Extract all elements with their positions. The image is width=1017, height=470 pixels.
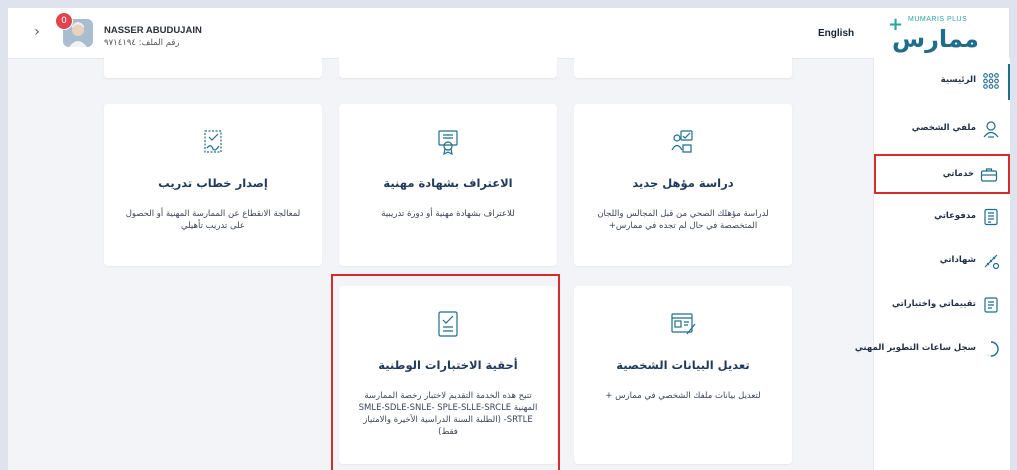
sidebar-item-label: مدفوعاتي — [934, 211, 976, 221]
card-description: للاعتراف بشهادة مهنية أو دورة تدريبية — [381, 209, 515, 219]
app-frame: › 0 NASSER ABUDUJAIN رقم الملف: ٩٧١٤١٩٤ … — [8, 8, 1010, 470]
sidebar-item-label: ملفي الشخصي — [911, 123, 976, 133]
sidebar-item-certificates[interactable]: شهاداتي — [874, 242, 1010, 282]
sidebar-item-label: تقييماتي واختباراتي — [892, 299, 976, 309]
service-card-edit-personal-data[interactable]: تعديل البيانات الشخصية لتعديل بيانات ملف… — [574, 286, 792, 464]
card-partial[interactable] — [574, 58, 792, 78]
file-number: رقم الملف: ٩٧١٤١٩٤ — [104, 38, 180, 48]
service-card-training-letter[interactable]: إصدار خطاب تدريب لمعالجة الانقطاع عن الم… — [104, 104, 322, 266]
highlight-box — [331, 274, 560, 470]
sidebar-item-profile[interactable]: ملفي الشخصي — [874, 110, 1010, 150]
card-description: لتعديل بيانات ملفك الشخصي في ممارس + — [605, 391, 761, 401]
sidebar-item-cpd-hours[interactable]: سجل ساعات التطوير المهني — [855, 330, 1010, 370]
top-bar: › 0 NASSER ABUDUJAIN رقم الملف: ٩٧١٤١٩٤ … — [8, 8, 1009, 59]
exam-icon — [982, 296, 1000, 314]
sidebar: الرئيسية ملفي الشخصي خدماتي مدفوعاتي شها… — [855, 58, 1010, 470]
services-grid: دراسة مؤهل جديد لدراسة مؤهلك الصحي من قب… — [8, 58, 873, 470]
sidebar-item-label: شهاداتي — [939, 255, 976, 265]
service-card-certificate-recognition[interactable]: الاعتراف بشهادة مهنية للاعتراف بشهادة مه… — [339, 104, 557, 266]
language-switch-link[interactable]: English — [818, 28, 854, 39]
logo-text-en: MUMARIS PLUS — [908, 16, 968, 23]
notification-badge[interactable]: 0 — [55, 12, 73, 30]
sidebar-item-payments[interactable]: مدفوعاتي — [874, 198, 1010, 238]
briefcase-icon — [980, 166, 998, 184]
logo-text-ar: ممارس — [892, 25, 979, 53]
sidebar-item-assessments[interactable]: تقييماتي واختباراتي — [874, 286, 1010, 326]
grid-icon — [982, 72, 1000, 90]
new-qualification-icon — [669, 128, 697, 156]
certificate-badge-icon — [434, 128, 462, 156]
service-card-new-qualification[interactable]: دراسة مؤهل جديد لدراسة مؤهلك الصحي من قب… — [574, 104, 792, 266]
user-name: NASSER ABUDUJAIN — [104, 25, 202, 36]
edit-profile-icon — [669, 310, 697, 338]
mumaris-plus-logo[interactable]: + MUMARIS PLUS ممارس — [888, 14, 988, 54]
card-title: الاعتراف بشهادة مهنية — [383, 176, 513, 190]
card-title: دراسة مؤهل جديد — [632, 176, 734, 190]
chevron-right-icon[interactable]: › — [30, 24, 44, 40]
card-description: لمعالجة الانقطاع عن الممارسة المهنية أو … — [125, 209, 301, 231]
user-icon — [982, 120, 1000, 138]
clock-progress-icon — [982, 340, 1000, 358]
sidebar-item-label: خدماتي — [942, 169, 974, 179]
card-title: إصدار خطاب تدريب — [158, 176, 268, 190]
card-title: تعديل البيانات الشخصية — [616, 358, 750, 372]
sidebar-item-my-services[interactable]: خدماتي — [874, 154, 1010, 194]
receipt-icon — [982, 208, 1000, 226]
card-partial[interactable] — [104, 58, 322, 78]
card-partial[interactable] — [339, 58, 557, 78]
sidebar-item-home[interactable]: الرئيسية — [874, 62, 1010, 102]
signed-letter-icon — [199, 128, 227, 156]
card-description: لدراسة مؤهلك الصحي من قبل المجالس واللجا… — [597, 209, 769, 231]
sidebar-item-label: الرئيسية — [940, 75, 976, 85]
certificate-icon — [982, 252, 1000, 270]
